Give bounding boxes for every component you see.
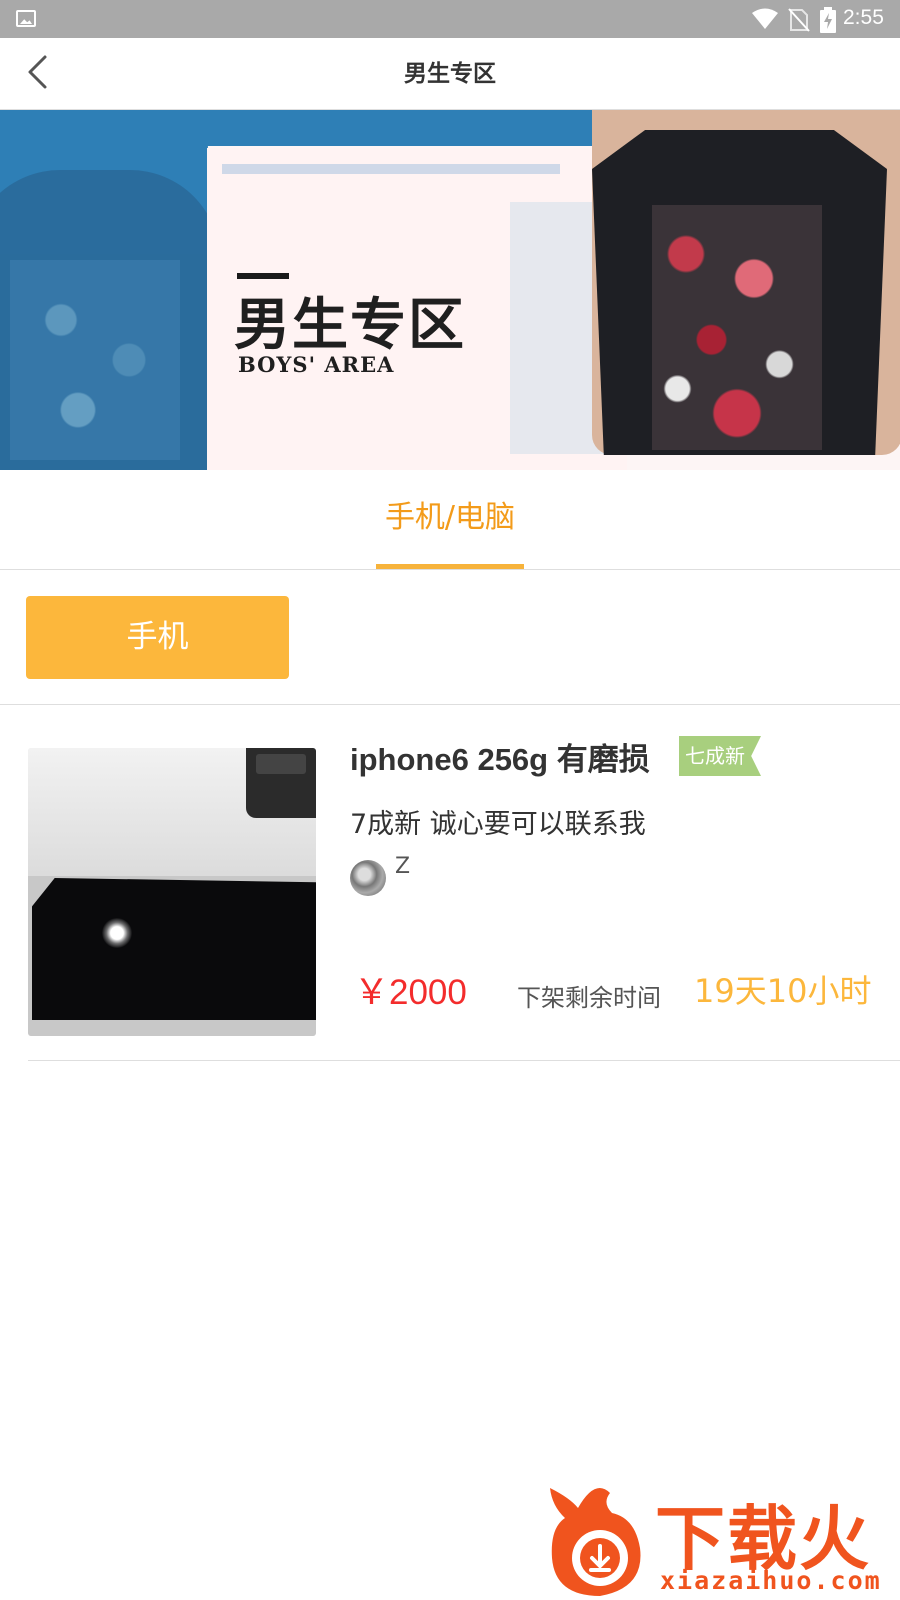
- banner-title-en: BOYS' AREA: [238, 352, 395, 377]
- product-list-item[interactable]: iphone6 256g 有磨损 七成新 7成新 诚心要可以联系我 Z ￥200…: [0, 706, 900, 1061]
- banner-model-right: [592, 110, 900, 455]
- page-title: 男生专区: [404, 61, 496, 87]
- image-icon: [16, 10, 36, 27]
- product-image[interactable]: [28, 748, 316, 1036]
- chevron-left-icon: [28, 55, 47, 89]
- battery-charging-icon: [820, 7, 836, 33]
- banner-model-left: [0, 170, 220, 470]
- condition-badge: 七成新: [679, 736, 761, 776]
- wifi-icon: [752, 8, 778, 29]
- back-button[interactable]: [20, 52, 64, 96]
- remaining-time-value: 19天10小时: [694, 972, 872, 1010]
- no-sim-icon: [788, 8, 810, 32]
- clock: 2:55: [843, 6, 884, 29]
- watermark-url: xiazaihuo.com: [660, 1566, 882, 1595]
- model-shirt-print: [652, 205, 822, 450]
- product-price: ￥2000: [354, 973, 467, 1012]
- category-banner[interactable]: 男生专区 BOYS' AREA: [0, 110, 900, 470]
- title-bar: 男生专区: [0, 38, 900, 110]
- tab-phone-computer[interactable]: 手机/电脑: [376, 492, 524, 536]
- thumb-device-screen: [32, 878, 316, 1020]
- product-description: 7成新 诚心要可以联系我: [350, 809, 646, 840]
- watermark-logo: 下载火 xiazaihuo.com: [530, 1478, 900, 1600]
- banner-title-cn: 男生专区: [234, 293, 466, 358]
- tab-indicator: [376, 564, 524, 569]
- seller-name: Z: [395, 854, 411, 879]
- status-bar: 2:55: [0, 0, 900, 38]
- banner-card-bar: [222, 164, 560, 174]
- flame-logo-icon: [550, 1488, 641, 1596]
- thumb-glare: [102, 918, 132, 948]
- tab-bar: 手机/电脑: [0, 470, 900, 570]
- product-title: iphone6 256g 有磨损: [350, 742, 650, 777]
- filter-chip-phone[interactable]: 手机: [26, 596, 289, 679]
- banner-dash: [237, 273, 289, 279]
- remaining-time-label: 下架剩余时间: [517, 984, 661, 1012]
- divider: [28, 1060, 900, 1061]
- avatar[interactable]: [350, 860, 386, 896]
- thumb-keyboard: [246, 748, 316, 818]
- filter-row: 手机: [0, 571, 900, 705]
